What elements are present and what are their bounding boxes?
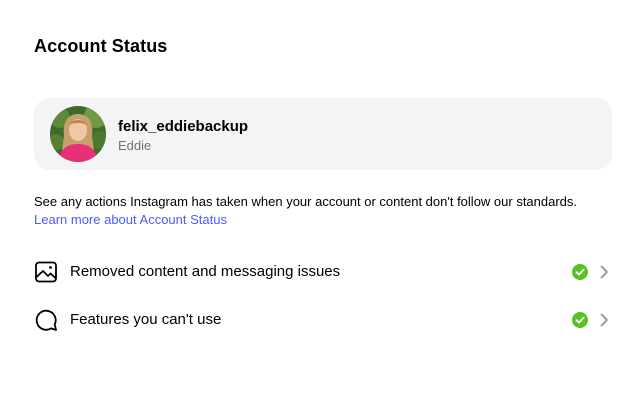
learn-more-link[interactable]: Learn more about Account Status	[34, 212, 227, 227]
account-display-name: Eddie	[118, 138, 152, 153]
status-item-label: Removed content and messaging issues	[70, 263, 341, 280]
page-title: Account Status	[34, 36, 168, 56]
account-status-description: See any actions Instagram has taken when…	[34, 193, 579, 229]
description-text: See any actions Instagram has taken when…	[34, 194, 578, 209]
check-circle-icon	[572, 312, 588, 328]
image-icon	[34, 260, 58, 284]
status-item-label: Features you can't use	[70, 311, 222, 328]
chevron-right-icon	[596, 264, 612, 280]
check-circle-icon	[572, 264, 588, 280]
chat-bubble-icon	[34, 308, 58, 332]
account-card: felix_eddiebackup Eddie	[34, 98, 612, 170]
chevron-right-icon	[596, 312, 612, 328]
status-item-features[interactable]: Features you can't use	[30, 302, 614, 338]
status-item-removed-content[interactable]: Removed content and messaging issues	[30, 254, 614, 290]
avatar[interactable]	[50, 106, 106, 162]
account-username: felix_eddiebackup	[118, 118, 249, 135]
